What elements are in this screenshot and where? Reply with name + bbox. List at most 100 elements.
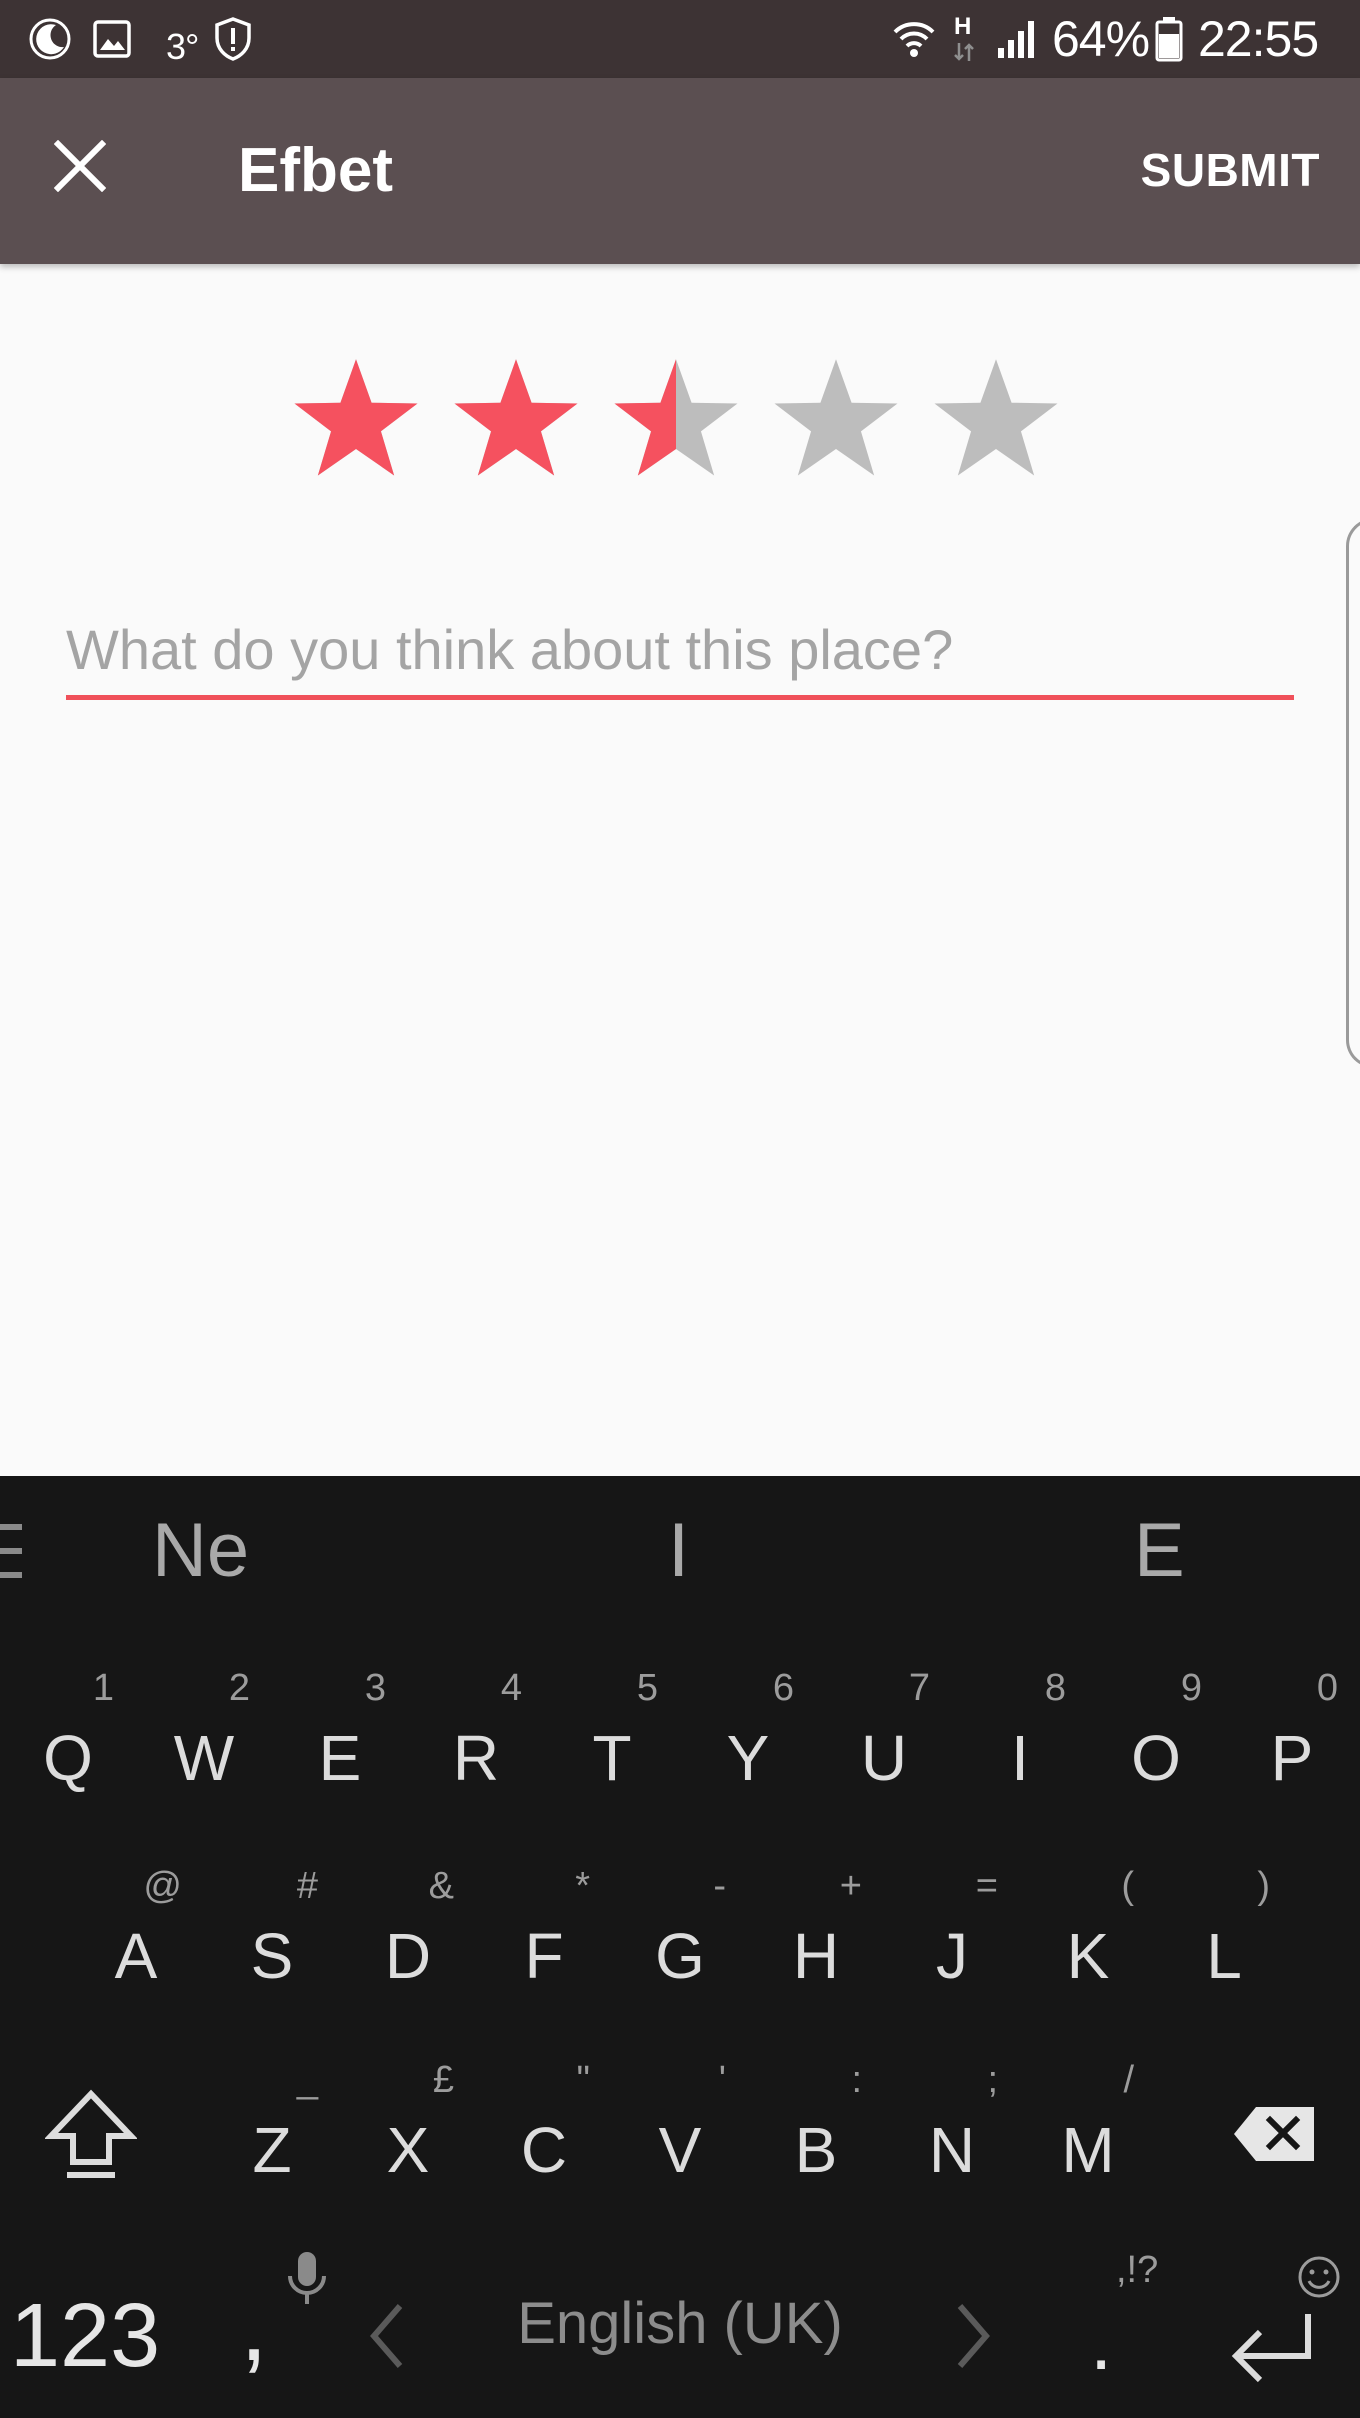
key-c[interactable]: " C [476, 2032, 612, 2222]
key-hint: : [851, 2059, 862, 2101]
review-form [0, 264, 1360, 1476]
key-label: Y [726, 1722, 770, 1794]
key-z[interactable]: _ Z [204, 2032, 340, 2222]
key-label: L [1206, 1920, 1242, 1992]
clock: 22:55 [1198, 11, 1319, 67]
edge-panel-handle[interactable] [1346, 518, 1360, 1068]
network-type-text: H [954, 13, 971, 40]
wifi-icon [890, 14, 938, 64]
key-y[interactable]: 6Y [680, 1640, 816, 1830]
shift-key[interactable] [36, 2068, 146, 2208]
mic-icon[interactable] [282, 2246, 332, 2316]
key-s[interactable]: # S [204, 1838, 340, 2028]
key-label: V [658, 2114, 702, 2186]
chevron-right-icon [948, 2298, 998, 2374]
key-h[interactable]: + H [748, 1838, 884, 2028]
key-hint: £ [432, 2059, 454, 2101]
shield-alert-icon [210, 14, 256, 64]
key-hint: / [1123, 2059, 1134, 2101]
review-input[interactable] [66, 604, 1294, 700]
numbers-key[interactable]: 123 [10, 2286, 160, 2386]
key-label: A [114, 1920, 158, 1992]
key-x[interactable]: £ X [340, 2032, 476, 2222]
key-hint: ( [1121, 1865, 1134, 1907]
submit-button[interactable]: SUBMIT [1141, 142, 1320, 198]
key-r[interactable]: 4R [408, 1640, 544, 1830]
key-hint: @ [143, 1865, 182, 1907]
key-label: H [792, 1920, 840, 1992]
key-hint: 9 [1180, 1667, 1202, 1709]
key-hint: ) [1257, 1865, 1270, 1907]
key-label: X [386, 2114, 430, 2186]
battery-percent: 64% [1052, 11, 1150, 67]
enter-icon[interactable] [1228, 2308, 1318, 2388]
key-b[interactable]: :B [748, 2032, 884, 2222]
key-d[interactable]: & D [340, 1838, 476, 2028]
suggestion-bar: Ne I E [0, 1476, 1360, 1626]
key-label: R [452, 1722, 500, 1794]
smiley-icon[interactable] [1296, 2254, 1342, 2300]
status-bar: 3° H 64% 22:55 [0, 0, 1360, 78]
key-label: S [250, 1920, 294, 1992]
key-hint: 7 [908, 1667, 930, 1709]
key-label: U [860, 1722, 908, 1794]
close-button[interactable] [40, 128, 120, 208]
star-4[interactable] [770, 354, 902, 486]
key-k[interactable]: (K [1020, 1838, 1156, 2028]
star-rating[interactable] [290, 354, 1062, 494]
key-hint: ; [987, 2059, 998, 2101]
key-label: Z [252, 2114, 292, 2186]
temperature-text: 3° [166, 26, 199, 67]
backspace-icon [1232, 2105, 1316, 2168]
key-f[interactable]: * F [476, 1838, 612, 2028]
key-q[interactable]: 1Q [0, 1640, 136, 1830]
app-bar: Efbet SUBMIT [0, 78, 1360, 264]
key-label: P [1270, 1722, 1314, 1794]
star-2[interactable] [450, 354, 582, 486]
key-hint: - [713, 1865, 726, 1907]
keyboard: Ne I E 1 Q 2 W 3 E 4 R 5 T 6 Y 7 U 8 I 9 O 0 P @ A # S & D * F - G + H =… [0, 1476, 1360, 2418]
key-label: N [928, 2114, 976, 2186]
signal-icon [994, 14, 1040, 64]
key-v[interactable]: ' V [612, 2032, 748, 2222]
key-l[interactable]: ) L [1156, 1838, 1292, 2028]
key-p[interactable]: 0P [1224, 1640, 1360, 1830]
backspace-key[interactable] [1224, 2086, 1324, 2186]
key-w[interactable]: 2W [136, 1640, 272, 1830]
close-icon [53, 139, 107, 197]
star-1[interactable] [290, 354, 422, 486]
star-3[interactable] [610, 354, 742, 486]
key-hint: = [975, 1865, 998, 1907]
suggestion-2[interactable]: I [668, 1506, 689, 1596]
key-hint: # [296, 1865, 318, 1907]
key-label: Q [43, 1722, 93, 1794]
mobile-data-icon [952, 40, 976, 64]
battery-icon [1154, 14, 1184, 64]
comma-key[interactable]: , [240, 2276, 268, 2376]
key-t[interactable]: 5T [544, 1640, 680, 1830]
suggestion-3[interactable]: E [1134, 1506, 1185, 1596]
menu-icon[interactable] [0, 1524, 22, 1578]
keyboard-bottom-row: 123 , English (UK) ,!? . [0, 2236, 1360, 2418]
key-m[interactable]: / M [1020, 2032, 1156, 2222]
gallery-icon [88, 14, 136, 64]
suggestion-1[interactable]: Ne [152, 1506, 249, 1596]
key-u[interactable]: 7U [816, 1640, 952, 1830]
star-5[interactable] [930, 354, 1062, 486]
moon-icon [26, 14, 74, 64]
period-key[interactable]: . [1090, 2302, 1112, 2382]
key-hint: & [428, 1865, 454, 1907]
shift-icon [44, 2088, 138, 2189]
key-g[interactable]: -G [612, 1838, 748, 2028]
key-o[interactable]: 9O [1088, 1640, 1224, 1830]
key-i[interactable]: 8I [952, 1640, 1088, 1830]
space-bar[interactable]: English (UK) [420, 2288, 940, 2360]
key-e[interactable]: 3E [272, 1640, 408, 1830]
key-hint: 0 [1316, 1667, 1338, 1709]
key-hint: " [576, 2059, 591, 2101]
key-n[interactable]: ; N [884, 2032, 1020, 2222]
key-j[interactable]: = J [884, 1838, 1020, 2028]
key-label: O [1131, 1722, 1181, 1794]
key-label: E [318, 1722, 362, 1794]
key-a[interactable]: @ A [68, 1838, 204, 2028]
